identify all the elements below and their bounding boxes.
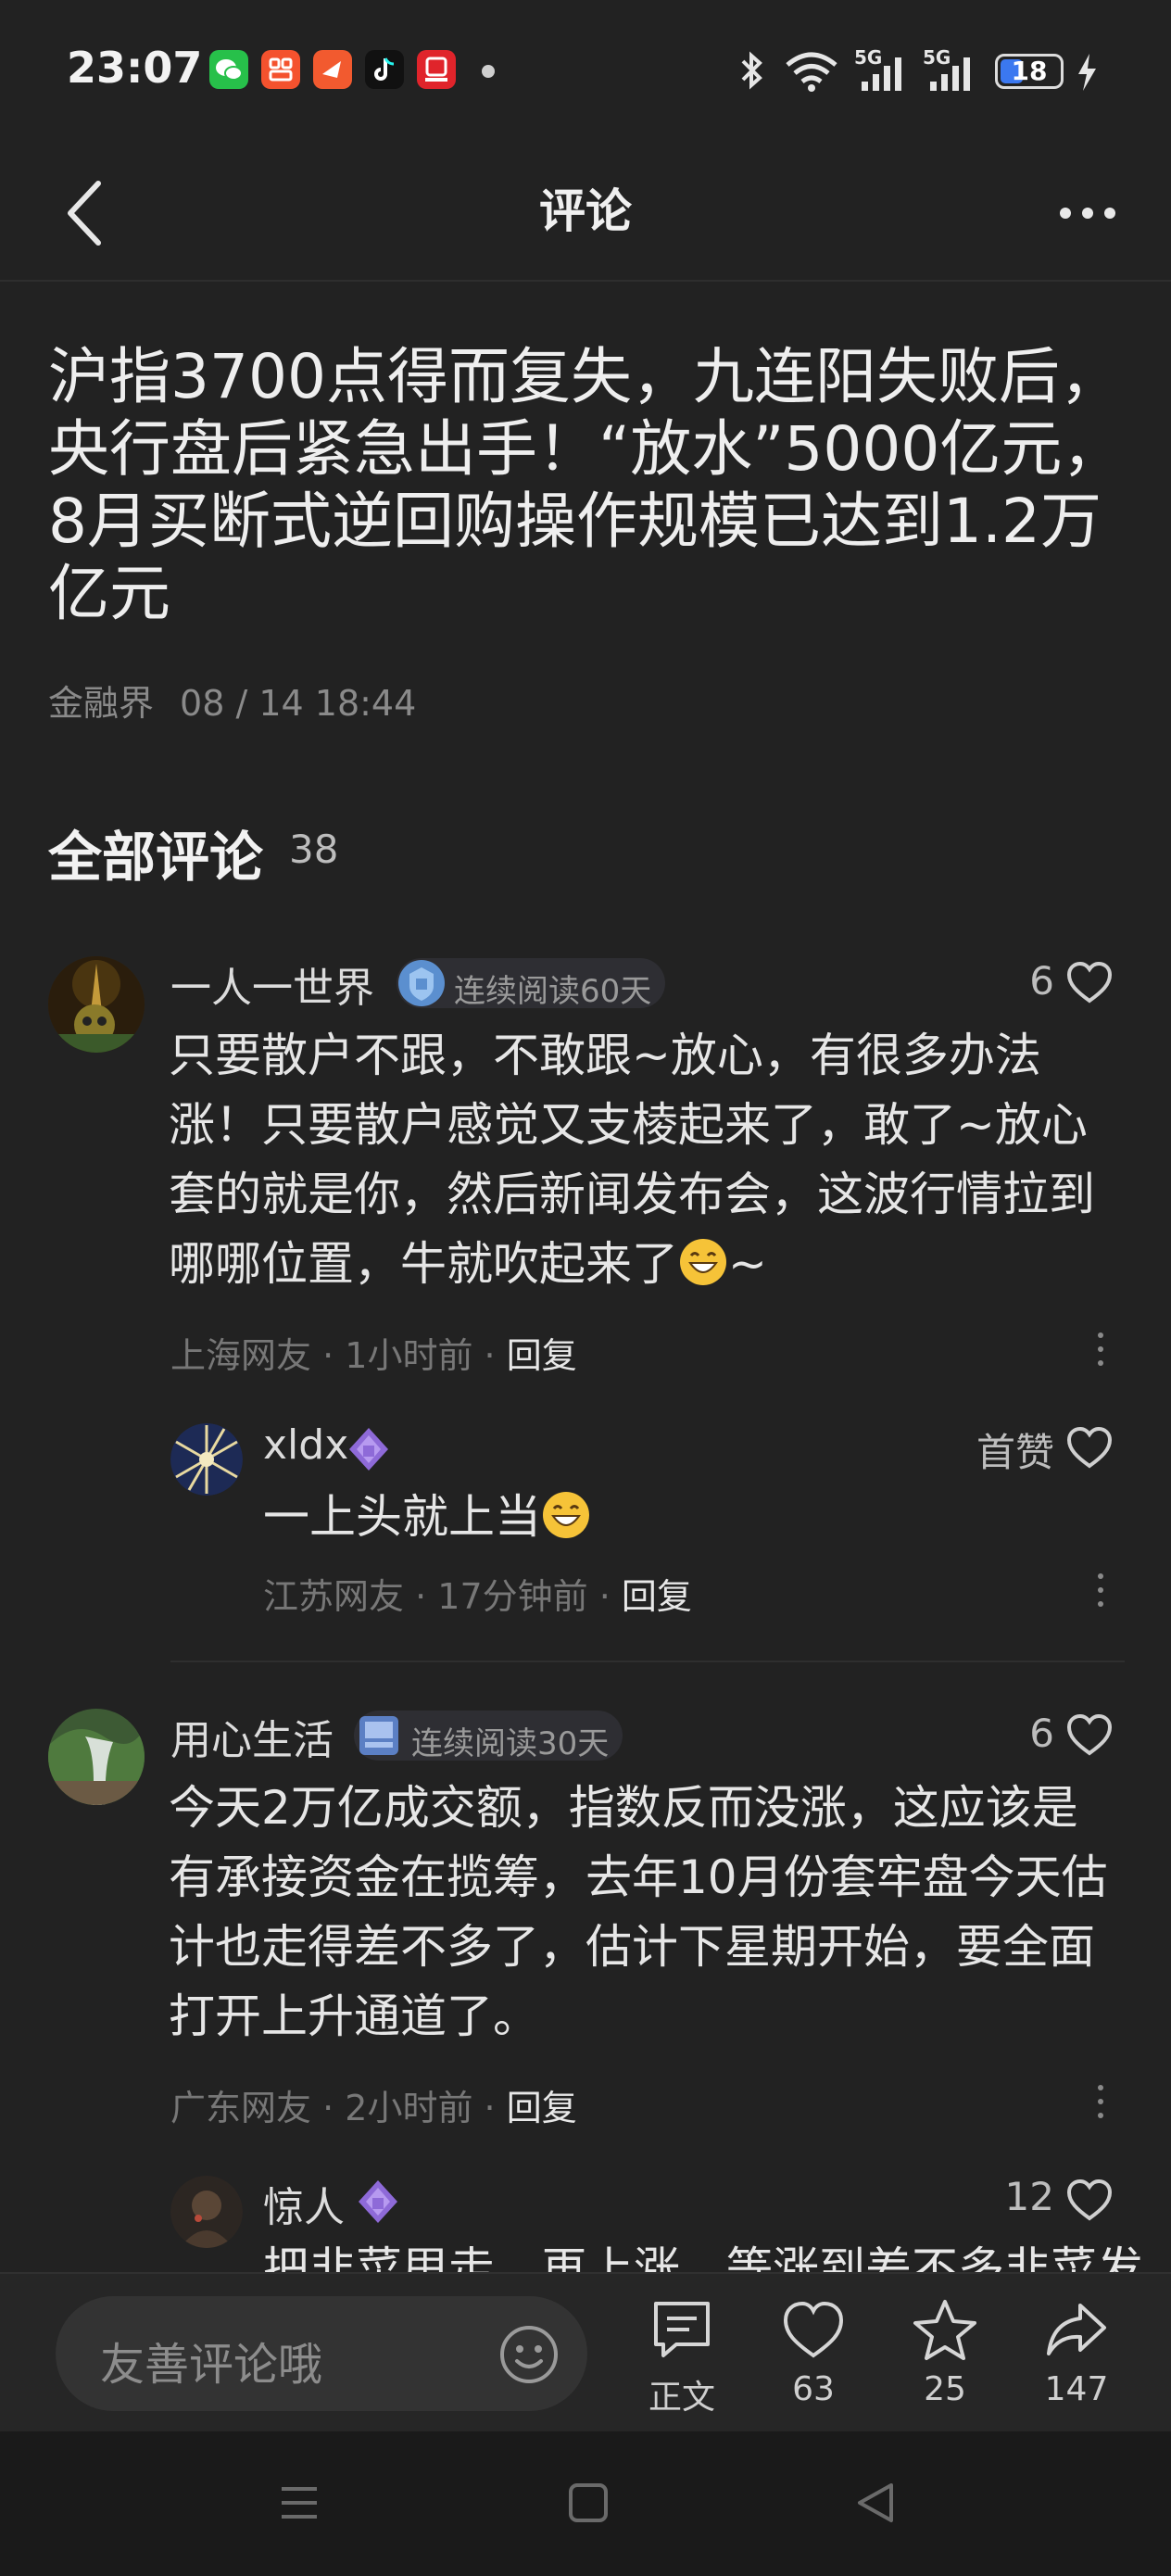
reply-location: 江苏网友 [263, 1576, 405, 1617]
comment-text[interactable]: 今天2万亿成交额，指数反而没涨，这应该是有承接资金在揽筹，去年10月份套牢盘今天… [169, 1774, 1123, 2052]
reply-time: 17分钟前 [437, 1576, 588, 1617]
top-header: 评论 [0, 139, 1171, 282]
signal-icon [930, 57, 970, 91]
like-count-label: 63 [792, 2370, 835, 2408]
badge-book-icon [359, 1716, 398, 1755]
reply-username[interactable]: 惊人 [263, 2174, 345, 2233]
reply-button[interactable]: 回复 [507, 2088, 577, 2128]
favorite-button[interactable]: 25 [889, 2298, 1001, 2418]
home-square-icon[interactable] [567, 2481, 610, 2524]
share-button[interactable]: 147 [1021, 2298, 1132, 2418]
comment-input[interactable]: 友善评论哦 [56, 2296, 587, 2411]
avatar[interactable] [170, 2176, 243, 2248]
comments-count: 38 [289, 827, 339, 872]
like-count: 6 [1029, 1711, 1054, 1756]
avatar[interactable] [170, 1423, 243, 1496]
more-dots-icon [1060, 208, 1115, 219]
notification-dot [482, 65, 495, 78]
heart-icon[interactable] [1065, 960, 1114, 1004]
reading-badge: 连续阅读60天 [397, 958, 665, 1010]
share-icon [1047, 2304, 1106, 2355]
reply-button[interactable]: 回复 [507, 1335, 577, 1376]
comment-input-placeholder: 友善评论哦 [100, 2339, 323, 2391]
wifi-icon [786, 52, 837, 92]
signal-icon [862, 57, 901, 91]
article-title[interactable]: 沪指3700点得而复失，九连阳失败后，央行盘后紧急出手！“放水”5000亿元，8… [48, 341, 1132, 630]
article-meta: 金融界 08 / 14 18:44 [48, 675, 442, 726]
bottom-action-bar: 友善评论哦 正文 63 25 147 [0, 2272, 1171, 2431]
emoji-icon[interactable] [498, 2324, 560, 2385]
comment-time: 1小时前 [345, 1335, 473, 1376]
reply-options-icon[interactable] [1091, 1573, 1110, 1614]
comment-meta: 广东网友 · 2小时前 · 回复 [170, 2088, 577, 2128]
heart-icon [783, 2301, 844, 2358]
reading-badge: 连续阅读30天 [354, 1711, 623, 1762]
menu-icon[interactable] [278, 2481, 321, 2524]
share-count-label: 147 [1044, 2370, 1109, 2408]
wechat-icon [209, 50, 248, 89]
comment-location: 上海网友 [170, 1335, 312, 1376]
reply-text[interactable]: 一上头就上当 [263, 1483, 1097, 1552]
star-icon [913, 2300, 976, 2360]
heart-icon[interactable] [1065, 1712, 1114, 1757]
comment-meta: 上海网友 · 1小时前 · 回复 [170, 1335, 577, 1376]
badge-shield-icon [398, 960, 445, 1006]
reply-username[interactable]: xldx [263, 1421, 348, 1469]
comment-options-icon[interactable] [1091, 2085, 1110, 2126]
comment-time: 2小时前 [345, 2088, 473, 2128]
comment-location: 广东网友 [170, 2088, 312, 2128]
comment-username[interactable]: 用心生活 [170, 1707, 334, 1766]
comment-options-icon[interactable] [1091, 1332, 1110, 1373]
battery-icon: 18 [995, 54, 1064, 89]
like-count: 6 [1029, 958, 1054, 1004]
level-badge-icon [349, 1428, 388, 1471]
system-nav-bar [0, 2431, 1171, 2576]
securities-app-icon [417, 50, 456, 89]
status-time: 23:07 [67, 43, 203, 93]
comments-section-title: 全部评论 [48, 826, 264, 889]
favorite-count-label: 25 [924, 2370, 966, 2408]
reply-button[interactable]: 回复 [622, 1576, 692, 1617]
grin-emoji-icon [541, 1490, 591, 1540]
message-app-icon [313, 50, 352, 89]
article-source[interactable]: 金融界 [48, 683, 154, 724]
article-button[interactable]: 正文 [626, 2298, 737, 2418]
like-button[interactable]: 63 [758, 2298, 869, 2418]
comment-divider [170, 1661, 1125, 1662]
article-label: 正文 [648, 2379, 715, 2417]
like-count: 首赞 [976, 1430, 1054, 1475]
more-button[interactable] [1051, 185, 1125, 241]
app-icon [261, 50, 300, 89]
article-date: 08 / 14 18:44 [180, 683, 417, 724]
tiktok-icon [365, 50, 404, 89]
bluetooth-icon [741, 51, 762, 90]
charging-icon [1078, 54, 1096, 91]
avatar[interactable] [48, 1709, 145, 1805]
comment-username[interactable]: 一人一世界 [170, 954, 374, 1014]
article-icon [654, 2302, 710, 2357]
heart-icon[interactable] [1065, 2178, 1114, 2222]
status-bar: 23:07 5G 5G 18 [0, 0, 1171, 139]
level-badge-icon [359, 2180, 397, 2223]
comment-text[interactable]: 只要散户不跟，不敢跟~放心，有很多办法涨！只要散户感觉又支棱起来了，敢了~放心套… [169, 1021, 1123, 1299]
back-triangle-icon[interactable] [854, 2481, 897, 2524]
badge-text: 连续阅读60天 [454, 973, 652, 1010]
badge-text: 连续阅读30天 [411, 1725, 610, 1762]
grin-emoji-icon [678, 1237, 728, 1287]
reply-meta: 江苏网友 · 17分钟前 · 回复 [263, 1576, 692, 1617]
heart-icon[interactable] [1065, 1425, 1114, 1470]
like-count: 12 [1004, 2174, 1054, 2219]
page-title: 评论 [539, 184, 632, 238]
avatar[interactable] [48, 956, 145, 1053]
